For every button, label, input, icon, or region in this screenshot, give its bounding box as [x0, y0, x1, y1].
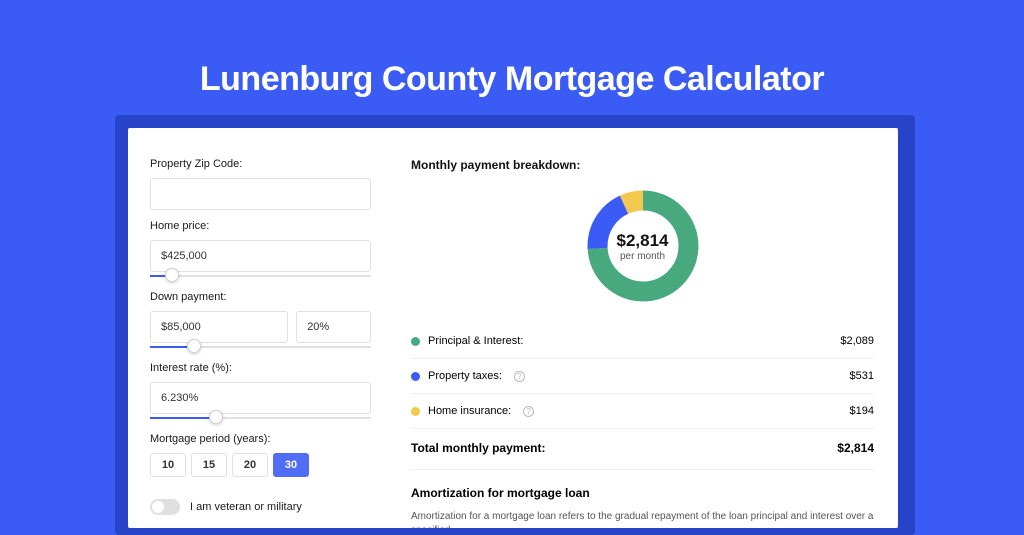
down-payment-amount-input[interactable] — [150, 311, 288, 343]
info-icon[interactable]: ? — [523, 406, 534, 417]
home-price-label: Home price: — [150, 220, 371, 232]
amortization-title: Amortization for mortgage loan — [411, 486, 874, 500]
interest-input[interactable] — [150, 382, 371, 414]
period-pills: 10 15 20 30 — [150, 453, 371, 477]
breakdown-title: Monthly payment breakdown: — [411, 158, 874, 172]
period-pill-30[interactable]: 30 — [273, 453, 309, 477]
veteran-label: I am veteran or military — [190, 501, 302, 513]
total-label: Total monthly payment: — [411, 441, 545, 455]
zip-group: Property Zip Code: — [150, 158, 371, 210]
period-pill-20[interactable]: 20 — [232, 453, 268, 477]
total-value: $2,814 — [837, 441, 874, 455]
period-group: Mortgage period (years): 10 15 20 30 — [150, 433, 371, 477]
interest-group: Interest rate (%): — [150, 362, 371, 423]
form-panel: Property Zip Code: Home price: Down paym… — [128, 128, 393, 528]
calculator-card: Property Zip Code: Home price: Down paym… — [128, 128, 898, 528]
amortization-text: Amortization for a mortgage loan refers … — [411, 510, 874, 528]
home-price-group: Home price: — [150, 220, 371, 281]
legend-row-insurance: Home insurance: ? $194 — [411, 394, 874, 429]
dot-icon — [411, 407, 420, 416]
down-payment-percent-input[interactable] — [296, 311, 371, 343]
dot-icon — [411, 372, 420, 381]
legend-value: $2,089 — [840, 335, 874, 347]
page-title: Lunenburg County Mortgage Calculator — [0, 0, 1024, 99]
donut-value: $2,814 — [617, 231, 669, 251]
down-payment-slider[interactable] — [150, 342, 371, 352]
home-price-input[interactable] — [150, 240, 371, 272]
donut-chart: $2,814 per month — [583, 186, 703, 306]
legend-value: $531 — [850, 370, 874, 382]
info-icon[interactable]: ? — [514, 371, 525, 382]
down-payment-group: Down payment: — [150, 291, 371, 352]
veteran-toggle[interactable] — [150, 499, 180, 515]
legend-label: Property taxes: — [428, 370, 502, 382]
home-price-slider[interactable] — [150, 271, 371, 281]
legend-label: Principal & Interest: — [428, 335, 523, 347]
period-pill-10[interactable]: 10 — [150, 453, 186, 477]
legend-value: $194 — [850, 405, 874, 417]
legend-label: Home insurance: — [428, 405, 511, 417]
donut-sub: per month — [620, 251, 665, 262]
amortization-section: Amortization for mortgage loan Amortizat… — [411, 469, 874, 528]
period-pill-15[interactable]: 15 — [191, 453, 227, 477]
interest-slider[interactable] — [150, 413, 371, 423]
interest-label: Interest rate (%): — [150, 362, 371, 374]
total-row: Total monthly payment: $2,814 — [411, 429, 874, 469]
legend-row-taxes: Property taxes: ? $531 — [411, 359, 874, 394]
dot-icon — [411, 337, 420, 346]
zip-label: Property Zip Code: — [150, 158, 371, 170]
breakdown-panel: Monthly payment breakdown: $2,814 per mo… — [393, 128, 898, 528]
zip-input[interactable] — [150, 178, 371, 210]
down-payment-label: Down payment: — [150, 291, 371, 303]
donut-wrap: $2,814 per month — [411, 186, 874, 306]
period-label: Mortgage period (years): — [150, 433, 371, 445]
veteran-row: I am veteran or military — [150, 499, 371, 515]
legend-row-principal: Principal & Interest: $2,089 — [411, 324, 874, 359]
